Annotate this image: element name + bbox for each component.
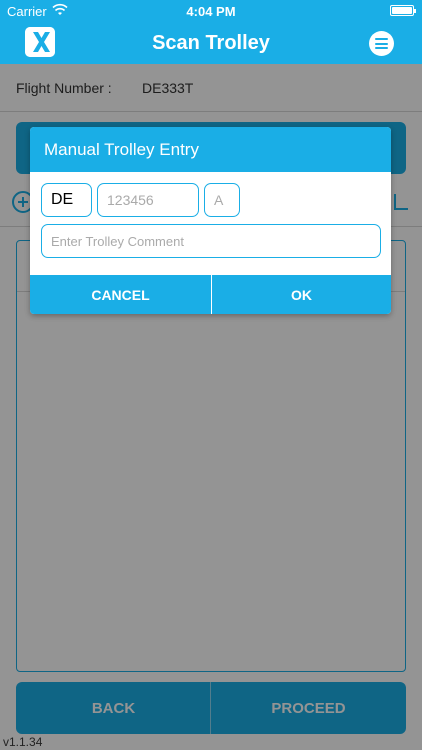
dialog-actions: CANCEL OK <box>30 275 391 314</box>
nav-bar: Scan Trolley <box>0 22 422 64</box>
manual-trolley-entry-dialog: Manual Trolley Entry CANCEL OK <box>30 127 391 314</box>
trolley-prefix-input[interactable] <box>41 183 92 217</box>
status-bar: Carrier 4:04 PM <box>0 0 422 22</box>
dialog-title: Manual Trolley Entry <box>44 140 199 159</box>
trolley-comment-input[interactable] <box>41 224 381 258</box>
battery-icon <box>390 5 416 16</box>
trolley-suffix-input[interactable] <box>204 183 240 217</box>
version-label: v1.1.34 <box>3 735 43 749</box>
page-title: Scan Trolley <box>152 32 270 54</box>
trolley-number-input[interactable] <box>97 183 199 217</box>
dialog-header: Manual Trolley Entry <box>30 127 391 172</box>
ok-button[interactable]: OK <box>212 275 391 314</box>
cancel-button[interactable]: CANCEL <box>30 275 211 314</box>
clock-time: 4:04 PM <box>186 4 236 19</box>
hamburger-menu-icon[interactable] <box>369 31 394 56</box>
